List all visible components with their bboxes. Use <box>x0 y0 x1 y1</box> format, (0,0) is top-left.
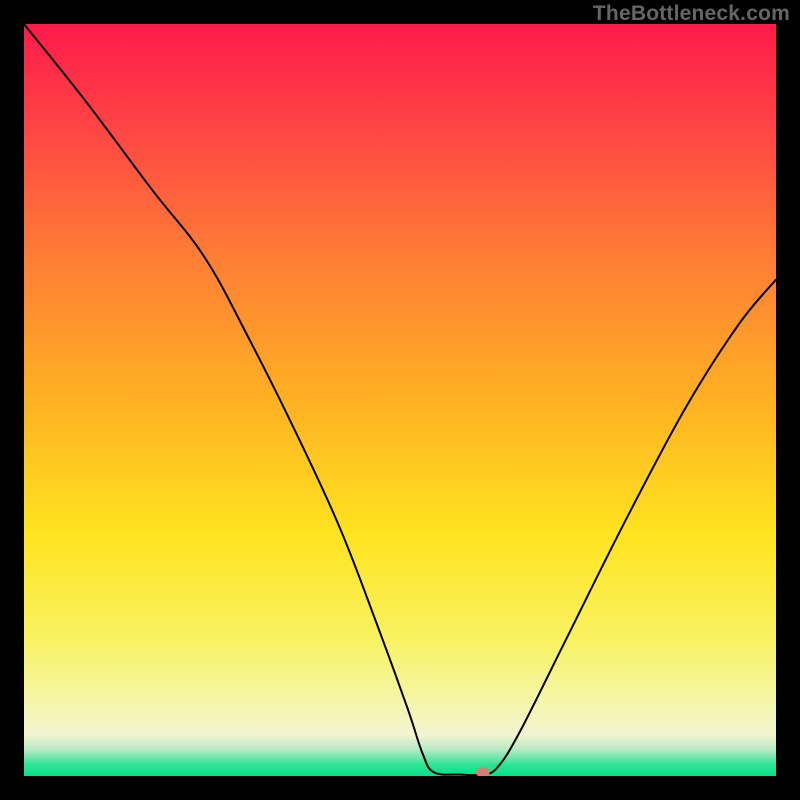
chart-svg <box>24 24 776 776</box>
gradient-background <box>24 24 776 776</box>
plot-area <box>24 24 776 776</box>
chart-frame: TheBottleneck.com <box>0 0 800 800</box>
watermark-text: TheBottleneck.com <box>593 2 790 26</box>
